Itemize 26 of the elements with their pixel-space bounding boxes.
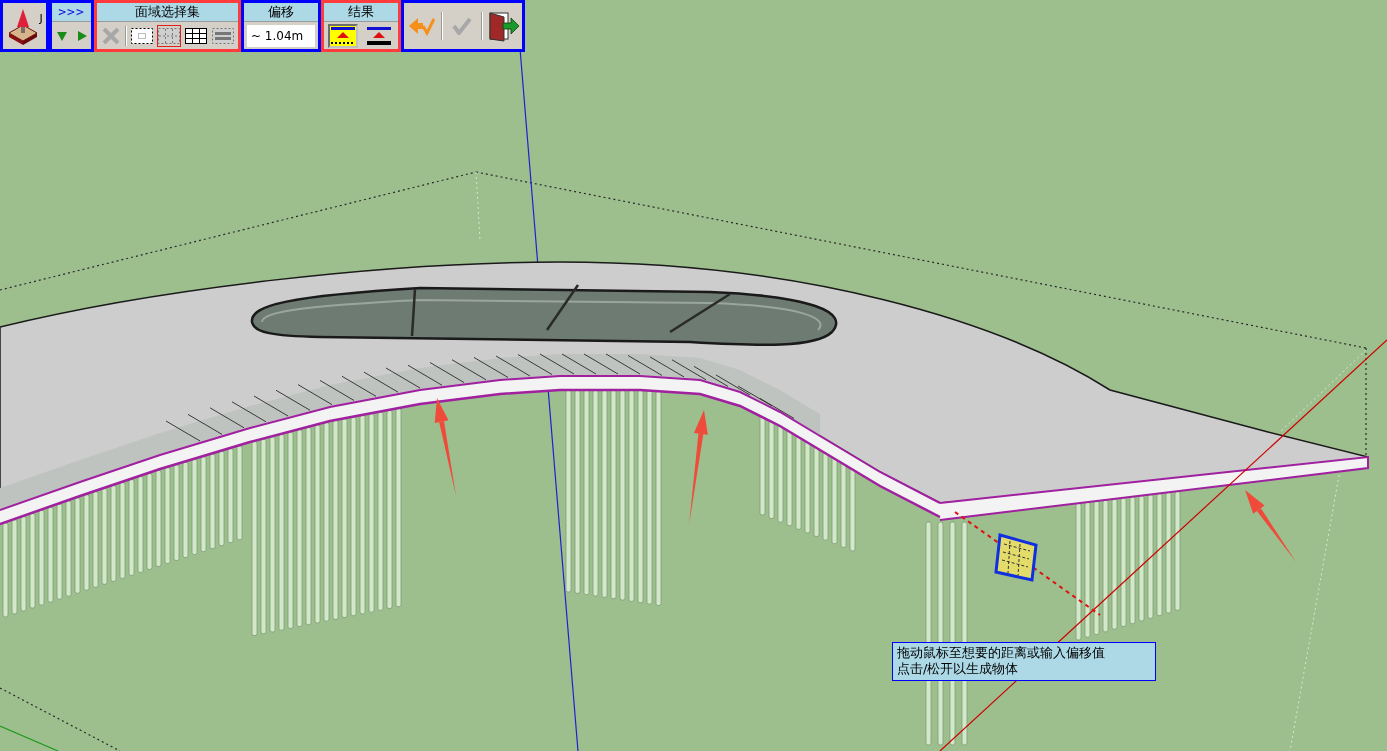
checkmark-icon: [452, 17, 473, 35]
logo-letter: J: [39, 13, 43, 25]
curved-arrow-icon: [409, 15, 436, 37]
right-triangle-icon[interactable]: [76, 30, 87, 41]
exit-button[interactable]: [487, 9, 519, 43]
down-triangle-icon[interactable]: [56, 30, 67, 41]
offset-above-button[interactable]: [328, 23, 358, 48]
group-title: 面域选择集: [97, 3, 238, 22]
dashed-square-icon: [131, 27, 153, 44]
dotted-grid-icon: [158, 27, 180, 44]
arrow: [1245, 490, 1296, 562]
group-title: 偏移: [244, 3, 318, 22]
offset-input[interactable]: ~ 1.04m: [247, 24, 315, 47]
expand-button[interactable]: >>>: [52, 3, 91, 22]
logo-icon[interactable]: [8, 7, 39, 45]
dashed-bars-icon: [212, 27, 234, 44]
texture-patch-icon: [994, 533, 1038, 582]
door-exit-icon: [487, 10, 519, 42]
group-title: 结果: [324, 3, 398, 22]
axis-line: [0, 725, 59, 751]
cross-icon: [102, 26, 121, 45]
tooltip-line: 拖动鼠标至想要的距离或输入偏移值: [897, 645, 1106, 661]
triangle-line-icon: [367, 26, 391, 45]
grid-icon: [185, 27, 207, 44]
triangle-dotted-line-icon: [331, 26, 355, 45]
tooltip-line: 点击/松开以生成物体: [897, 661, 1020, 677]
